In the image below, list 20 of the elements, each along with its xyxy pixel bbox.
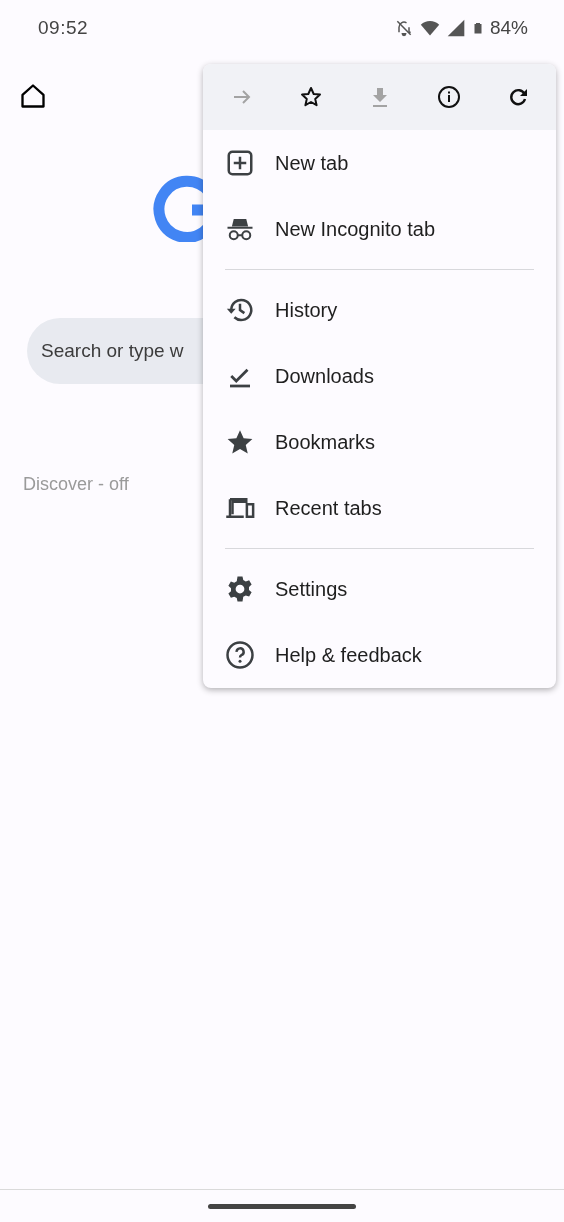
help-icon [225,640,255,670]
info-icon[interactable] [436,85,461,109]
menu-item[interactable]: New Incognito tab [203,196,556,262]
menu-item[interactable]: History [203,277,556,343]
plus-square-icon [225,148,255,178]
menu-item[interactable]: Settings [203,556,556,622]
signal-icon [445,18,466,38]
menu-item[interactable]: Recent tabs [203,475,556,541]
menu-item[interactable]: Bookmarks [203,409,556,475]
home-handle[interactable] [208,1203,356,1209]
discover-status: Discover - off [23,474,129,495]
gear-icon [225,574,255,604]
wifi-icon [419,18,440,38]
menu-item[interactable]: Help & feedback [203,622,556,688]
star-outline-icon[interactable] [298,85,323,109]
menu-item[interactable]: Downloads [203,343,556,409]
menu-item[interactable]: New tab [203,130,556,196]
battery-percent: 84% [489,17,528,39]
home-icon[interactable] [19,82,47,110]
status-time: 09:52 [38,17,89,39]
